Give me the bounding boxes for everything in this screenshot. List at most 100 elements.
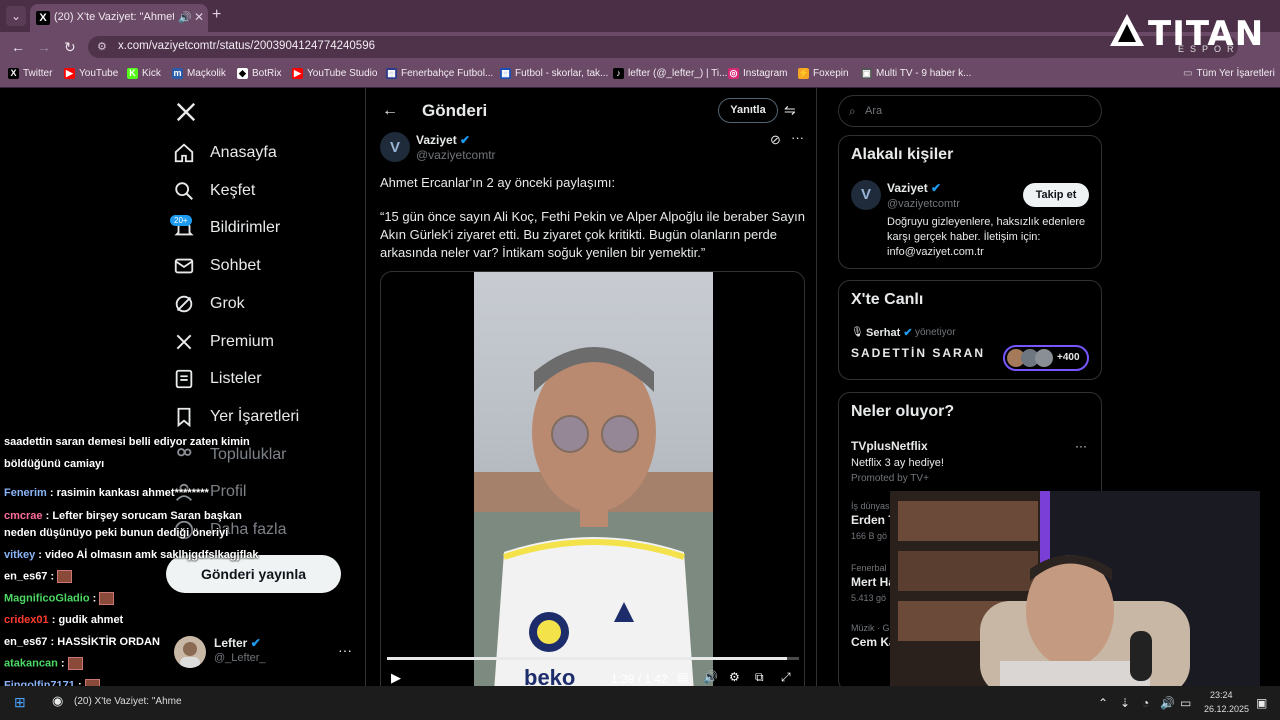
bookmark-item[interactable]: ⚡ Foxepin	[798, 68, 849, 79]
chat-username[interactable]: en_es67	[4, 636, 47, 648]
more-icon[interactable]: ···	[1075, 439, 1087, 453]
chat-message: saadettin saran demesi belli ediyor zate…	[4, 436, 250, 448]
more-icon[interactable]: ···	[338, 642, 352, 658]
chat-text: neden düşünüyo peki bunun dediği öneriyi	[4, 527, 229, 539]
chat-username[interactable]: en_es67	[4, 570, 47, 582]
all-bookmarks-folder[interactable]: ▭ Tüm Yer İşaretleri	[1183, 68, 1275, 79]
browser-tab-bar: ⌄ X (20) X'te Vaziyet: "Ahmet Er 🔊 ✕ +	[0, 0, 1280, 32]
bookmark-item[interactable]: ♪ lefter (@_lefter_) | Ti...	[613, 68, 727, 79]
bookmark-label: Instagram	[743, 68, 788, 79]
back-arrow-icon[interactable]: ←	[382, 102, 398, 120]
video-progress-bar[interactable]	[387, 657, 799, 660]
tray-battery-icon[interactable]: ▭	[1180, 696, 1191, 710]
tray-chevron-icon[interactable]: ⌃	[1098, 696, 1108, 710]
chat-text: böldüğünü camiayı	[4, 458, 105, 470]
url-input[interactable]: ⚙ x.com/vaziyetcomtr/status/200390412477…	[88, 36, 1238, 58]
chat-message: Fenerim : rasimin kankası ahmet********	[4, 487, 209, 499]
back-icon[interactable]: ←	[11, 39, 25, 55]
webcam-overlay	[890, 491, 1260, 695]
chat-separator: :	[35, 549, 45, 561]
live-space-title[interactable]: SADETTİN SARAN	[851, 346, 985, 360]
chat-emote-icon	[67, 657, 83, 670]
live-host[interactable]: Serhat ✔	[866, 326, 913, 339]
bookmark-item[interactable]: ◎ Instagram	[728, 68, 787, 79]
tab-close-icon[interactable]: ✕	[194, 10, 204, 24]
tray-network-icon[interactable]: ⇣	[1120, 696, 1130, 710]
tab-search-menu-button[interactable]: ⌄	[6, 6, 26, 26]
avatar[interactable]: V	[851, 180, 881, 210]
clock-date[interactable]: 26.12.2025	[1204, 704, 1249, 714]
nav-item-grok[interactable]: Grok	[172, 289, 245, 319]
bookmark-item[interactable]: ▦ Fenerbahçe Futbol...	[386, 68, 493, 79]
trend-name: Cem Ka	[851, 635, 896, 649]
taskbar-window-title[interactable]: (20) X'te Vaziyet: "Ahme	[74, 696, 182, 707]
live-title: X'te Canlı	[851, 291, 924, 308]
chat-username[interactable]: atakancan	[4, 657, 58, 669]
bookmark-item[interactable]: m Maçkolik	[172, 68, 226, 79]
captions-icon[interactable]: ▤	[677, 670, 688, 684]
bookmark-item[interactable]: ▶ YouTube Studio	[292, 68, 377, 79]
nav-item-label: Listeler	[210, 370, 262, 387]
tray-volume-icon[interactable]: 🔊	[1160, 696, 1175, 710]
forward-icon[interactable]: →	[37, 39, 51, 55]
chat-username[interactable]: cmcrae	[4, 510, 43, 522]
chat-message: en_es67 :	[4, 570, 73, 583]
chat-username[interactable]: MagnificoGladio	[4, 592, 90, 604]
site-info-icon[interactable]: ⚙	[97, 40, 107, 53]
more-icon[interactable]: ···	[791, 130, 804, 145]
browser-taskbar-icon[interactable]: ◉	[52, 693, 63, 709]
related-name[interactable]: Vaziyet ✔	[887, 181, 941, 195]
bookmark-label: Fenerbahçe Futbol...	[401, 68, 494, 79]
play-icon[interactable]: ▶	[391, 670, 401, 686]
trend-meta: İş dünyası	[851, 501, 893, 511]
bookmark-label: Maçkolik	[187, 68, 226, 79]
bookmark-item[interactable]: ▣ Multi TV - 9 haber k...	[861, 68, 971, 79]
bookmark-item[interactable]: ◆ BotRix	[237, 68, 281, 79]
volume-icon[interactable]: 🔊	[703, 670, 718, 684]
nav-item-keşfet[interactable]: Keşfet	[172, 176, 255, 206]
clock-time[interactable]: 23:24	[1210, 690, 1233, 700]
listener-count: +400	[1057, 352, 1080, 363]
nav-item-listeler[interactable]: Listeler	[172, 364, 262, 394]
grok-icon[interactable]: ⊘	[770, 132, 781, 148]
browser-tab-active[interactable]: X (20) X'te Vaziyet: "Ahmet Er 🔊 ✕	[30, 4, 208, 32]
chat-username[interactable]: cridex01	[4, 614, 49, 626]
x-logo-icon: X	[36, 11, 50, 25]
chat-username[interactable]: vitkey	[4, 549, 35, 561]
reload-icon[interactable]: ↻	[64, 39, 76, 56]
nav-item-anasayfa[interactable]: Anasayfa	[172, 138, 277, 168]
nav-item-premium[interactable]: Premium	[172, 327, 274, 357]
tray-wifi-icon[interactable]: ◔	[1142, 696, 1149, 710]
follow-button[interactable]: Takip et	[1023, 183, 1089, 207]
search-input[interactable]: ⌕ Ara	[838, 95, 1102, 127]
bookmark-item[interactable]: ▶ YouTube	[64, 68, 118, 79]
trend-name: TVplusNetflix	[851, 439, 928, 453]
avatar[interactable]: V	[380, 132, 410, 162]
author-handle[interactable]: @vaziyetcomtr	[416, 148, 496, 162]
nav-item-sohbet[interactable]: Sohbet	[172, 251, 261, 281]
x-home-logo[interactable]	[175, 101, 197, 123]
settings-gear-icon[interactable]: ⚙	[729, 670, 740, 684]
speaker-icon[interactable]: 🔊	[178, 11, 192, 24]
new-tab-button[interactable]: +	[212, 6, 221, 24]
reply-button[interactable]: Yanıtla	[718, 98, 778, 123]
chat-username[interactable]: Fenerim	[4, 487, 47, 499]
live-listeners[interactable]: +400	[1003, 345, 1089, 371]
windows-start-icon[interactable]: ⊞	[14, 694, 26, 711]
bookmark-icon	[172, 405, 196, 429]
mail-icon	[172, 254, 196, 278]
bookmark-item[interactable]: X Twitter	[8, 68, 52, 79]
search-icon: ⌕	[849, 104, 856, 118]
video-player[interactable]: beko ▶ 1:39 / 1:42 ▤ 🔊 ⚙ ⧉ ⤢	[380, 271, 805, 720]
video-time: 1:39 / 1:42	[611, 672, 668, 686]
search-placeholder: Ara	[865, 105, 883, 117]
settings-sliders-icon[interactable]: ⇋	[784, 102, 796, 119]
notifications-icon[interactable]: ▣	[1256, 696, 1267, 710]
author-name[interactable]: Vaziyet ✔	[416, 133, 470, 147]
fullscreen-icon[interactable]: ⤢	[781, 670, 791, 685]
bookmark-item[interactable]: ▦ Futbol - skorlar, tak...	[500, 68, 608, 79]
pip-icon[interactable]: ⧉	[755, 670, 764, 685]
nav-item-label: Sohbet	[210, 257, 261, 274]
bookmark-item[interactable]: K Kick	[127, 68, 161, 79]
chat-separator: :	[47, 570, 58, 583]
